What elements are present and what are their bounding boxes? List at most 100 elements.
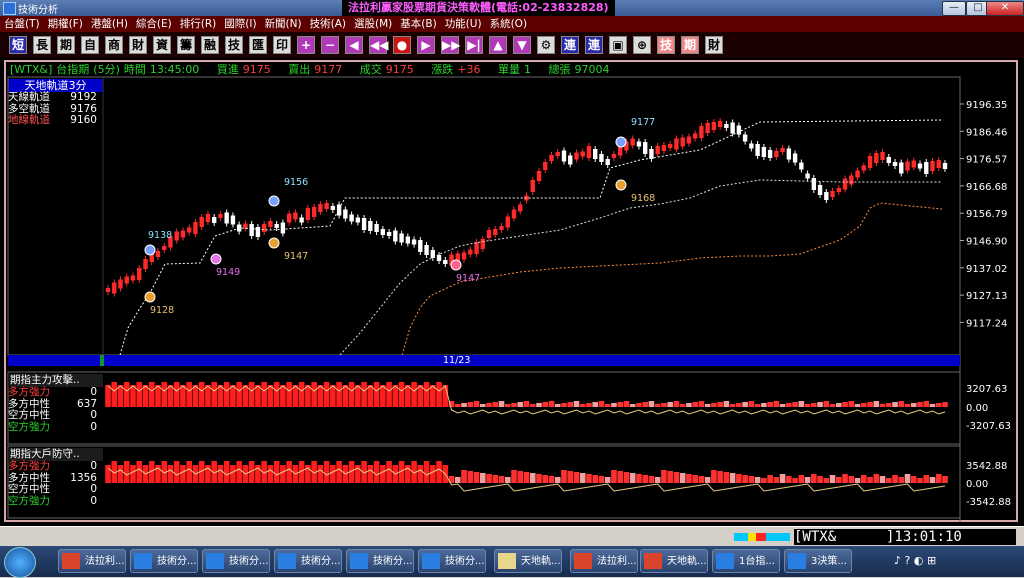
- taskbar-item[interactable]: 技術分...: [274, 549, 342, 573]
- candle-body: [474, 242, 479, 254]
- toolbar-button-18[interactable]: ▶▶: [441, 36, 460, 54]
- taskbar-item[interactable]: 技術分...: [418, 549, 486, 573]
- menu-hk[interactable]: 港盤(H): [87, 16, 132, 32]
- candle-body: [905, 161, 910, 171]
- panel1-bar: [242, 385, 249, 407]
- price-axis-label: 9137.02: [966, 264, 1007, 275]
- panel1-bar: [904, 404, 911, 407]
- candle-body: [349, 214, 354, 222]
- toolbar-button-6[interactable]: 資: [153, 36, 171, 54]
- panel1-bar: [355, 385, 361, 407]
- panel1-label: 空方強力: [8, 420, 50, 433]
- taskbar-item[interactable]: 技術分...: [130, 549, 198, 573]
- candle-body: [118, 279, 123, 289]
- candle-body: [368, 221, 373, 231]
- panel1-bar: [942, 402, 948, 407]
- panel2-value: 0: [90, 460, 97, 472]
- taskbar-item-label: 天地軌...: [667, 556, 707, 567]
- candle-body: [112, 282, 117, 294]
- taskbar-item[interactable]: 法拉利...: [570, 549, 638, 573]
- panel1-bar: [736, 403, 742, 407]
- toolbar-button-7[interactable]: 籌: [177, 36, 195, 54]
- taskbar-item[interactable]: 技術分...: [346, 549, 414, 573]
- toolbar-button-25[interactable]: ▣: [609, 36, 627, 54]
- taskbar-item[interactable]: 1台指...: [712, 549, 780, 573]
- toolbar-button-28[interactable]: 期: [681, 36, 699, 54]
- toolbar-button-9[interactable]: 技: [225, 36, 243, 54]
- panel1-bar: [411, 382, 417, 407]
- toolbar-button-20[interactable]: ▲: [489, 36, 507, 54]
- menu-stock-select[interactable]: 選股(M): [350, 16, 396, 32]
- menu-ranking[interactable]: 排行(R): [176, 16, 221, 32]
- menu-fundamental[interactable]: 基本(B): [396, 16, 440, 32]
- menu-tw[interactable]: 台盤(T): [0, 16, 44, 32]
- vendor-banner: 法拉利贏家股票期貨決策軟體(電話:02-23832828): [342, 0, 615, 16]
- candle-body: [930, 161, 935, 171]
- toolbar-button-4[interactable]: 商: [105, 36, 123, 54]
- candle-body: [518, 204, 523, 212]
- toolbar-button-11[interactable]: 印: [273, 36, 291, 54]
- toolbar-button-24[interactable]: 連: [585, 36, 603, 54]
- toolbar-button-17[interactable]: ▶: [417, 36, 435, 54]
- toolbar-button-27[interactable]: 技: [657, 36, 675, 54]
- toolbar-button-2[interactable]: 期: [57, 36, 75, 54]
- menu-function[interactable]: 功能(U): [441, 16, 486, 32]
- tray-icons[interactable]: ♪ ? ◐ ⊞: [894, 554, 936, 567]
- taskbar-item[interactable]: 3決策...: [784, 549, 852, 573]
- panel2-bar: [904, 474, 911, 483]
- menu-futures[interactable]: 期權(F): [44, 16, 87, 32]
- toolbar-button-8[interactable]: 融: [201, 36, 219, 54]
- candle-body: [911, 160, 916, 168]
- panel1-bar: [111, 382, 118, 407]
- candle-body: [767, 150, 773, 158]
- panel2-label: 空方強力: [8, 494, 50, 507]
- chart-scrollbar[interactable]: 11/23: [8, 355, 960, 366]
- scrollbar-thumb[interactable]: [100, 355, 104, 366]
- panel2-bar: [935, 474, 942, 483]
- candle-body: [286, 213, 292, 223]
- candle-body: [293, 212, 298, 220]
- menu-technical[interactable]: 技術(A): [306, 16, 350, 32]
- minimize-button[interactable]: —: [942, 1, 966, 16]
- toolbar-button-0[interactable]: 短: [9, 36, 27, 54]
- panel1-bar: [848, 401, 855, 407]
- toolbar-button-16[interactable]: ●: [393, 36, 411, 54]
- toolbar-button-1[interactable]: 長: [33, 36, 51, 54]
- toolbar-button-12[interactable]: +: [297, 36, 315, 54]
- toolbar-button-10[interactable]: 匯: [249, 36, 267, 54]
- toolbar-button-21[interactable]: ▼: [513, 36, 531, 54]
- panel1-bar: [935, 403, 942, 407]
- candle-body: [436, 255, 442, 261]
- close-button[interactable]: ✕: [986, 1, 1024, 16]
- toolbar-button-3[interactable]: 自: [81, 36, 99, 54]
- toolbar-button-14[interactable]: ◀: [345, 36, 363, 54]
- toolbar-button-29[interactable]: 財: [705, 36, 723, 54]
- taskbar-item[interactable]: 技術分...: [202, 549, 270, 573]
- panel2-bar: [498, 476, 505, 483]
- toolbar-button-15[interactable]: ◀◀: [369, 36, 388, 54]
- menu-composite[interactable]: 綜合(E): [132, 16, 176, 32]
- toolbar-button-23[interactable]: 連: [561, 36, 579, 54]
- menu-international[interactable]: 國際(I): [220, 16, 260, 32]
- toolbar-button-13[interactable]: −: [321, 36, 339, 54]
- start-button[interactable]: [4, 547, 36, 578]
- candle-body: [280, 222, 286, 234]
- taskbar-item[interactable]: 天地軌...: [494, 549, 562, 573]
- taskbar-app-icon: [62, 553, 80, 569]
- panel2-bar: [436, 461, 442, 483]
- menu-system[interactable]: 系統(O): [486, 16, 531, 32]
- candlestick-chart[interactable]: 9196.35 9186.46 9176.57 9166.68 9156.79 9146.…: [0, 58, 1024, 526]
- panel2-axis-label: 3542.88: [966, 461, 1007, 472]
- taskbar-item[interactable]: 天地軌...: [640, 549, 708, 573]
- taskbar-item-label: 技術分...: [445, 556, 485, 567]
- toolbar-button-19[interactable]: ▶|: [465, 36, 483, 54]
- toolbar-button-5[interactable]: 財: [129, 36, 147, 54]
- taskbar-item[interactable]: 法拉利...: [58, 549, 126, 573]
- panel1-bar: [879, 404, 886, 407]
- toolbar-button-22[interactable]: ⚙: [537, 36, 555, 54]
- candle-body: [393, 230, 398, 242]
- candle-body: [774, 151, 779, 157]
- candle-body: [886, 157, 891, 163]
- menu-news[interactable]: 新聞(N): [261, 16, 306, 32]
- toolbar-button-26[interactable]: ⊕: [633, 36, 651, 54]
